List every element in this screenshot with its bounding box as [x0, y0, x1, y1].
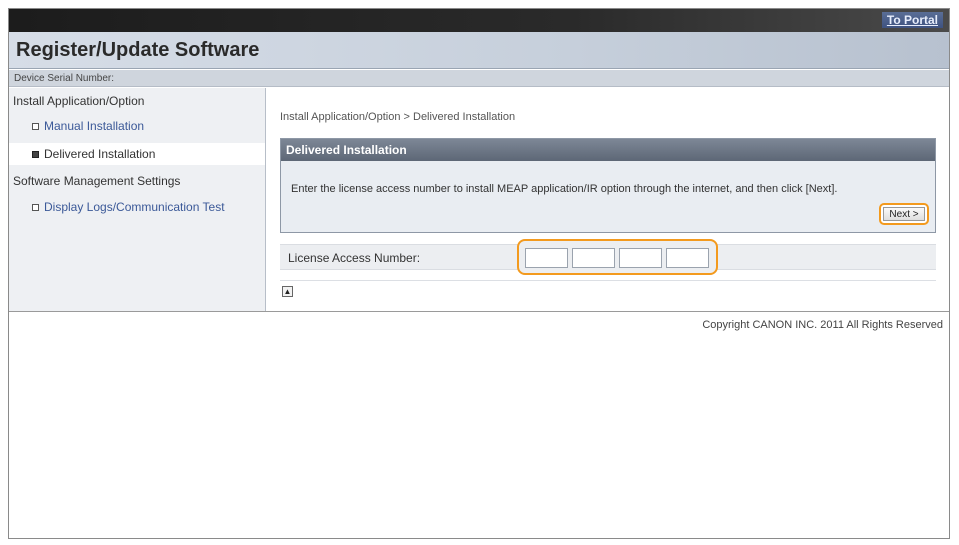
- sidebar-item-label: Manual Installation: [44, 119, 145, 133]
- license-access-label: License Access Number:: [288, 251, 421, 265]
- license-fields-group: [517, 239, 718, 275]
- copyright-text: Copyright CANON INC. 2011 All Rights Res…: [702, 319, 943, 331]
- page-title: Register/Update Software: [16, 39, 260, 61]
- title-bar: Register/Update Software: [9, 32, 949, 69]
- to-portal-link[interactable]: To Portal: [881, 12, 943, 28]
- breadcrumb: Install Application/Option > Delivered I…: [280, 111, 516, 123]
- square-bullet-icon: [32, 151, 39, 158]
- square-bullet-icon: [32, 123, 39, 130]
- license-access-row: License Access Number:: [280, 239, 936, 275]
- sidebar-item-label: Display Logs/Communication Test: [44, 200, 225, 214]
- top-arrow-icon[interactable]: ▲: [282, 286, 293, 297]
- divider: [280, 280, 936, 281]
- panel-message: Enter the license access number to insta…: [291, 183, 838, 195]
- device-serial-label: Device Serial Number:: [9, 70, 949, 87]
- content-area: Install Application/Option Manual Instal…: [9, 88, 949, 312]
- license-field-4[interactable]: [666, 248, 709, 268]
- license-field-2[interactable]: [572, 248, 615, 268]
- sidebar-item-label: Delivered Installation: [44, 147, 156, 161]
- square-bullet-icon: [32, 204, 39, 211]
- next-button[interactable]: Next >: [879, 203, 929, 225]
- sidebar-item-manual-installation[interactable]: Manual Installation: [9, 115, 265, 137]
- sidebar-item-delivered-installation[interactable]: Delivered Installation: [9, 143, 265, 165]
- sidebar-group-software-management: Software Management Settings: [13, 174, 181, 188]
- app-window: To Portal Register/Update Software Devic…: [8, 8, 950, 539]
- main-panel: Install Application/Option > Delivered I…: [275, 88, 941, 311]
- sidebar: Install Application/Option Manual Instal…: [9, 88, 266, 311]
- next-button-label: Next >: [883, 207, 925, 221]
- delivered-installation-panel: Delivered Installation Enter the license…: [280, 138, 936, 233]
- top-bar: To Portal: [9, 9, 949, 32]
- sidebar-group-install: Install Application/Option: [13, 94, 145, 108]
- license-field-1[interactable]: [525, 248, 568, 268]
- sidebar-item-display-logs[interactable]: Display Logs/Communication Test: [9, 196, 265, 218]
- panel-title: Delivered Installation: [281, 139, 935, 161]
- license-field-3[interactable]: [619, 248, 662, 268]
